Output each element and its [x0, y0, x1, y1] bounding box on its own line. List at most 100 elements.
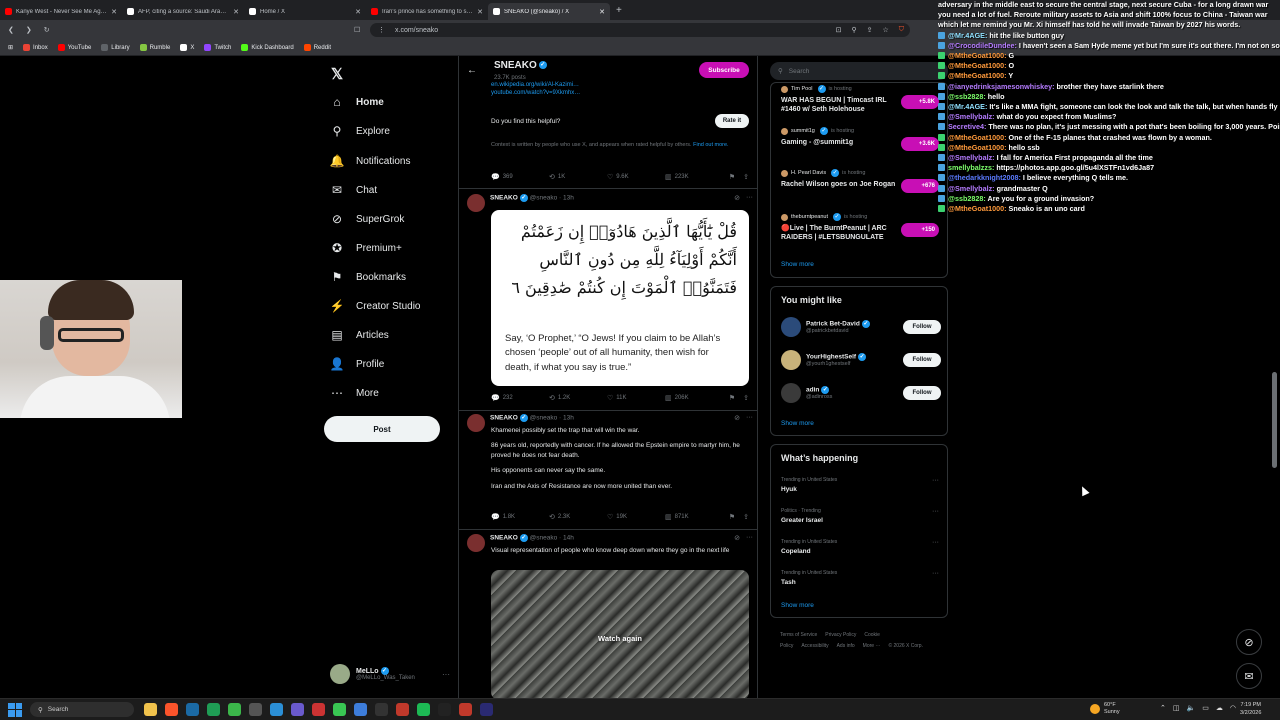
find-out-more-link[interactable]: Find out more. — [693, 142, 728, 148]
brave-browser-icon[interactable] — [165, 703, 178, 716]
browser-tab[interactable]: SNEAKO (@sneako) / X ✕ — [488, 3, 610, 20]
zoom-icon[interactable]: ⚲ — [851, 26, 856, 34]
bookmark-icon[interactable]: ⚑ — [729, 394, 735, 402]
bookmark-star-icon[interactable]: ☐ — [354, 26, 360, 34]
nav-item-chat[interactable]: ✉ Chat — [330, 181, 377, 199]
chat-username[interactable]: @MtheGoat1000: — [948, 51, 1007, 60]
nav-item-bookmarks[interactable]: ⚑ Bookmarks — [330, 268, 406, 286]
app-icon[interactable] — [333, 703, 346, 716]
live-broadcast-item[interactable]: Tim Pool ✓ is hosting WAR HAS BEGUN | Timca… — [781, 85, 941, 115]
live-listener-count[interactable]: +5.8K — [901, 95, 939, 109]
nav-item-creator-studio[interactable]: ⚡ Creator Studio — [330, 297, 421, 315]
x-logo-icon[interactable]: 𝕏 — [331, 65, 343, 83]
footer-link[interactable]: Ads info — [837, 643, 855, 649]
forward-arrow-icon[interactable]: ❯ — [26, 26, 32, 34]
close-icon[interactable]: ✕ — [355, 8, 361, 16]
footer-link[interactable]: © 2026 X Corp. — [888, 643, 923, 649]
more-options-icon[interactable]: ··· — [932, 508, 939, 515]
settings-icon[interactable] — [249, 703, 262, 716]
trend-item[interactable]: Trending in United States Tash ··· — [781, 570, 941, 586]
windows-start-icon[interactable] — [8, 702, 22, 717]
subscribe-button[interactable]: Subscribe — [699, 62, 749, 78]
app-icon[interactable] — [459, 703, 472, 716]
browser-tab[interactable]: Iran's prince has something to say… ✕ — [366, 3, 488, 20]
rate-it-button[interactable]: Rate it — [715, 114, 749, 128]
app-icon[interactable] — [312, 703, 325, 716]
chat-username[interactable]: @thedarkknight2008: — [948, 173, 1021, 182]
chevron-up-icon[interactable]: ⌃ — [1160, 704, 1166, 712]
url-field[interactable]: ⋮ x.com/sneako ⊡ ⚲ ⇪ ☆ ⛉ — [370, 23, 910, 37]
bookmark-item[interactable]: YouTube — [57, 44, 91, 51]
messages-icon[interactable]: ✉ — [1236, 663, 1262, 689]
app-icon[interactable] — [438, 703, 451, 716]
close-icon[interactable]: ✕ — [233, 8, 239, 16]
post-button[interactable]: Post — [324, 416, 440, 442]
nav-item-premium[interactable]: ✪ Premium+ — [330, 239, 402, 257]
watch-again-button[interactable]: Watch again — [491, 634, 749, 643]
brave-shield-icon[interactable]: ⛉ — [899, 26, 904, 34]
chat-username[interactable]: @Smellybalz: — [948, 153, 995, 162]
chat-username[interactable]: Secretive4: — [948, 122, 986, 131]
clock[interactable]: 7:19 PM 3/2/2026 — [1240, 701, 1261, 717]
suggested-account[interactable]: Patrick Bet-David ✓ @patrickbetdavid Follow — [781, 315, 941, 339]
app-icon[interactable] — [375, 703, 388, 716]
repost-button[interactable]: ⟲ 1.2K — [549, 394, 607, 402]
follow-button[interactable]: Follow — [903, 320, 941, 334]
follow-button[interactable]: Follow — [903, 386, 941, 400]
browser-tab[interactable]: AFP, citing a source: Saudi Arabia in… ✕ — [122, 3, 244, 20]
search-input[interactable]: ⚲ Search — [770, 62, 948, 80]
live-broadcast-item[interactable]: theburntpeanut ✓ is hosting 🔴Live | The Bur… — [781, 213, 941, 243]
chat-username[interactable]: @CrocodileDundee: — [948, 41, 1017, 50]
more-options-icon[interactable]: ··· — [746, 194, 753, 202]
chat-username[interactable]: @MtheGoat1000: — [948, 143, 1007, 152]
app-icon[interactable] — [354, 703, 367, 716]
steam-icon[interactable] — [186, 703, 199, 716]
views-button[interactable]: ▥ 206K — [665, 394, 723, 402]
views-button[interactable]: ▥ 871K — [665, 513, 723, 521]
reload-icon[interactable]: ↻ — [44, 26, 50, 34]
avatar[interactable] — [467, 194, 485, 212]
more-options-icon[interactable]: ··· — [746, 414, 753, 422]
chat-username[interactable]: @ssb2828: — [948, 92, 986, 101]
live-listener-count[interactable]: +3.6K — [901, 137, 939, 151]
footer-link[interactable]: More ··· — [863, 643, 881, 649]
live-broadcast-item[interactable]: summit1g ✓ is hosting Gaming - @summit1g +3.… — [781, 127, 941, 151]
close-icon[interactable]: ✕ — [599, 8, 605, 16]
bookmark-item[interactable]: Inbox — [23, 44, 48, 51]
app-icon[interactable] — [396, 703, 409, 716]
chat-username[interactable]: smellybalzzs: — [948, 163, 994, 172]
page-scrollbar[interactable] — [1272, 372, 1277, 468]
suggested-account[interactable]: YourHighestSelf ✓ @yourh1ghestself Follow — [781, 348, 941, 372]
note-link[interactable]: youtube.com/watch?v=9Xkmhx… — [491, 90, 749, 96]
chat-username[interactable]: @Smellybalz: — [948, 112, 995, 121]
bookmark-item[interactable]: Library — [101, 44, 130, 51]
show-more-link[interactable]: Show more — [781, 420, 814, 427]
chat-username[interactable]: @Mr.4AGE: — [948, 102, 987, 111]
new-tab-icon[interactable]: + — [616, 5, 622, 16]
back-arrow-icon[interactable]: ← — [467, 65, 477, 76]
bookmark-icon[interactable]: ⚑ — [729, 513, 735, 521]
chat-username[interactable]: @ssb2828: — [948, 194, 986, 203]
more-options-icon[interactable]: ··· — [442, 670, 450, 679]
premiere-icon[interactable] — [480, 703, 493, 716]
like-button[interactable]: ♡ 9.6K — [607, 173, 665, 181]
nav-item-notifications[interactable]: 🔔 Notifications — [330, 152, 411, 170]
avatar[interactable] — [467, 534, 485, 552]
grok-icon[interactable]: ⊘ — [734, 414, 740, 422]
footer-link[interactable]: Privacy Policy — [825, 632, 856, 638]
live-listener-count[interactable]: +676 — [901, 179, 939, 193]
apps-grid-icon[interactable]: ⊞ — [8, 44, 13, 51]
app-icon[interactable] — [291, 703, 304, 716]
spotify-icon[interactable] — [417, 703, 430, 716]
more-options-icon[interactable]: ··· — [932, 477, 939, 484]
chat-username[interactable]: @MtheGoat1000: — [948, 204, 1007, 213]
weather-widget[interactable]: 60°F Sunny — [1090, 702, 1120, 716]
excel-icon[interactable] — [207, 703, 220, 716]
display-icon[interactable]: ▭ — [1202, 704, 1209, 712]
repost-button[interactable]: ⟲ 1K — [549, 173, 607, 181]
install-icon[interactable]: ⊡ — [836, 26, 842, 34]
tweet-author[interactable]: SNEAKO — [490, 415, 518, 422]
live-broadcast-item[interactable]: H. Pearl Davis ✓ is hosting Rachel Wilson g… — [781, 169, 941, 193]
back-arrow-icon[interactable]: ❮ — [8, 26, 14, 34]
account-switcher[interactable]: MeLLo ✓ @MeLLo_Was_Taken ··· — [330, 659, 450, 689]
